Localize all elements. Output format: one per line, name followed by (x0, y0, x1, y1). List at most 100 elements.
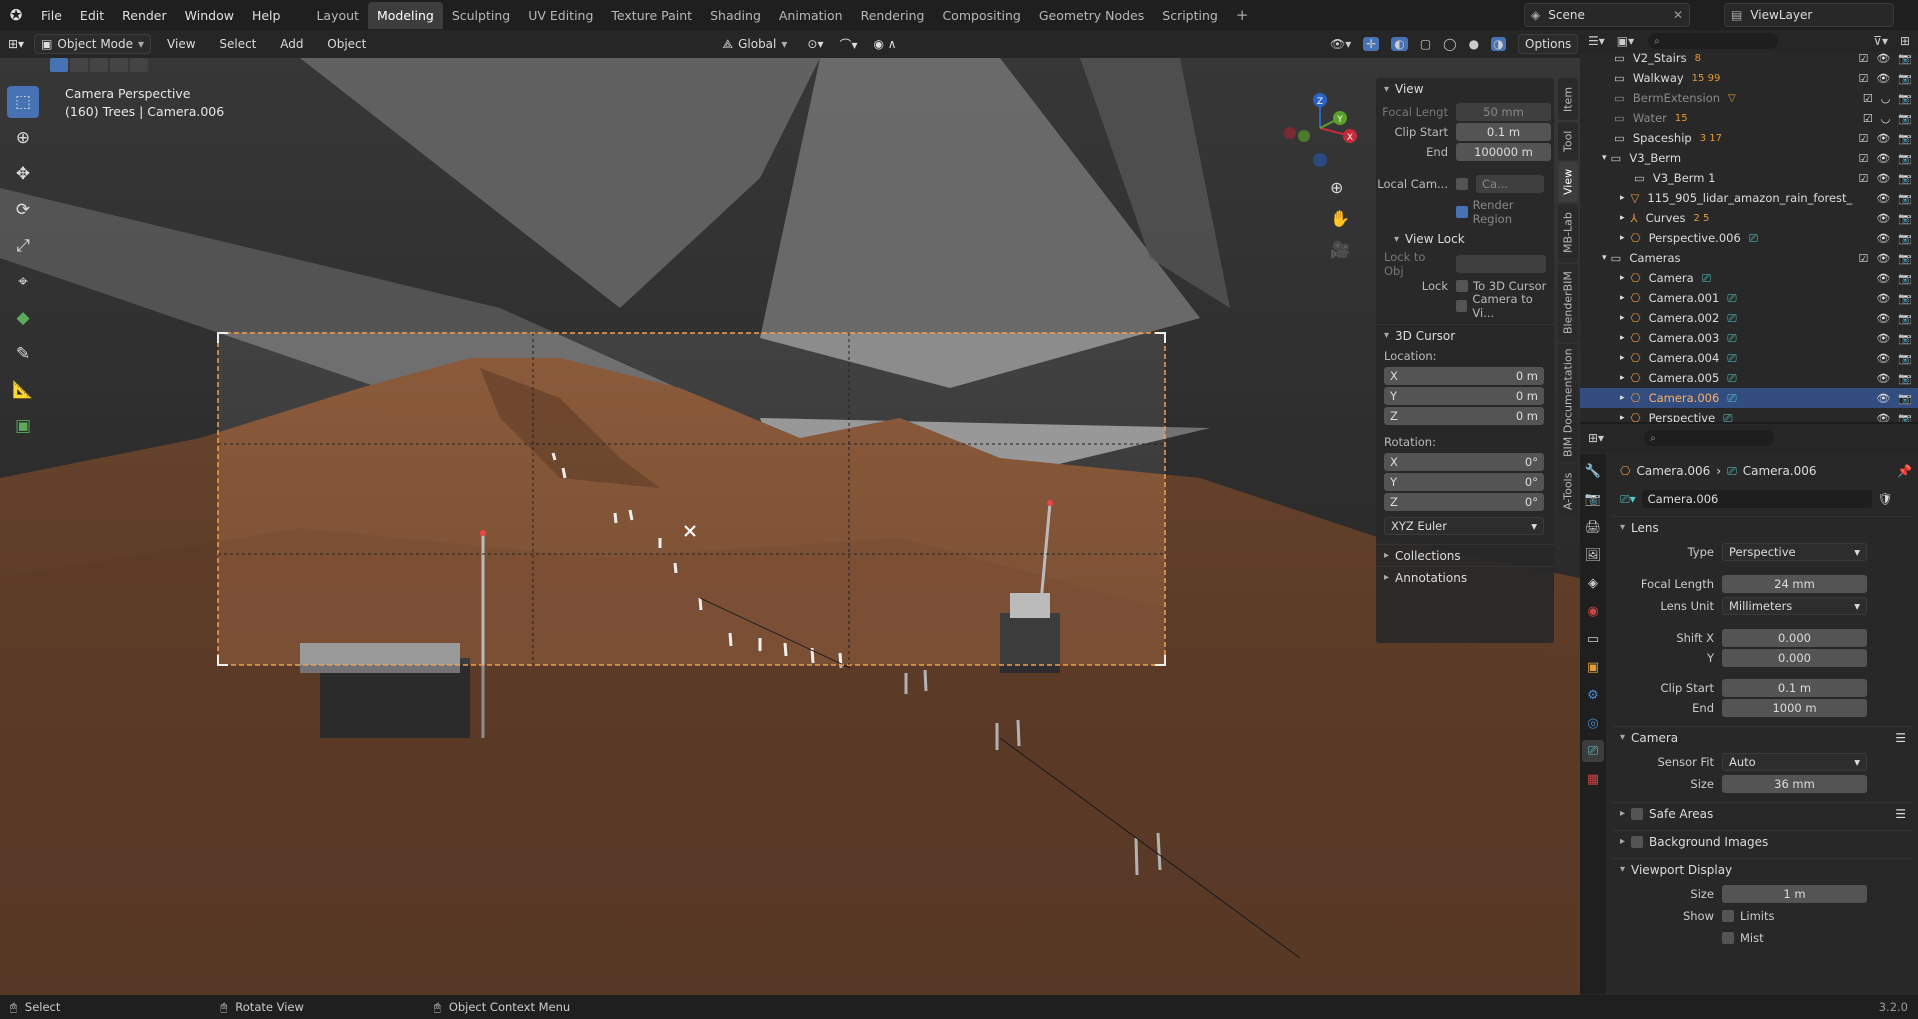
camera-view-icon[interactable]: 🎥 (1330, 234, 1350, 265)
render-region-checkbox[interactable] (1456, 206, 1468, 218)
tab-compositing[interactable]: Compositing (933, 2, 1029, 29)
scale-tool-icon[interactable]: ⤢ (7, 230, 39, 262)
add-cube-tool-icon[interactable]: ▣ (7, 410, 39, 442)
eye-icon[interactable]: 👁 (1876, 232, 1890, 245)
lens-section-header[interactable]: ▾ Lens (1612, 516, 1912, 538)
outliner-item-perspective-006[interactable]: ▸ ⎔ Perspective.006 ⎚ 👁 📷 (1580, 228, 1918, 248)
blender-logo-icon[interactable]: ✪ (0, 0, 32, 30)
modifier-tab-icon[interactable]: ⚙ (1582, 684, 1604, 706)
camera-data-tab-icon[interactable]: ⎚ (1582, 740, 1604, 762)
menu-select[interactable]: Select (219, 37, 256, 51)
tab-tool[interactable]: Tool (1558, 122, 1578, 160)
new-collection-icon[interactable]: ⊞ (1900, 34, 1910, 48)
menu-file[interactable]: File (32, 8, 71, 23)
camera-icon[interactable]: 📷 (1898, 132, 1912, 145)
checkbox-icon[interactable]: ☑ (1858, 132, 1868, 145)
navigation-gizmo[interactable]: Z X Y (1280, 88, 1360, 168)
outliner-item-curves[interactable]: ▸ ⅄ Curves 2 5 👁 📷 (1580, 208, 1918, 228)
visibility-icon[interactable]: 👁▾ (1330, 37, 1351, 51)
eye-closed-icon[interactable]: ◡ (1881, 92, 1891, 105)
collection-tab-icon[interactable]: ▭ (1582, 628, 1604, 650)
collections-header[interactable]: ▸ Collections (1376, 544, 1554, 566)
tab-shading[interactable]: Shading (701, 2, 770, 29)
camera-data-icon[interactable]: ⎚▾ (1620, 492, 1636, 507)
rotation-z-field[interactable]: Z 0° (1384, 493, 1544, 511)
texture-tab-icon[interactable]: ▦ (1582, 768, 1604, 790)
annotate-tool-icon[interactable]: ✎ (7, 338, 39, 370)
outliner-item-camera-005[interactable]: ▸ ⎔ Camera.005 ⎚ 👁 📷 (1580, 368, 1918, 388)
pin-icon[interactable]: 📌 (1897, 464, 1912, 478)
tab-sculpting[interactable]: Sculpting (443, 2, 519, 29)
rotation-y-field[interactable]: Y 0° (1384, 473, 1544, 491)
checkbox-icon[interactable]: ☑ (1858, 52, 1868, 65)
camera-icon[interactable]: 📷 (1898, 412, 1912, 423)
object-tab-icon[interactable]: ▣ (1582, 656, 1604, 678)
rotate-tool-icon[interactable]: ⟳ (7, 194, 39, 226)
lens-unit-select[interactable]: Millimeters ▾ (1722, 597, 1867, 615)
clip-start-field[interactable]: 0.1 m (1456, 123, 1551, 141)
camera-icon[interactable]: 📷 (1898, 252, 1912, 265)
editor-type-icon[interactable]: ⊞▾ (8, 37, 24, 51)
sensor-fit-select[interactable]: Auto ▾ (1722, 753, 1867, 771)
shift-y-field[interactable]: 0.000 (1722, 649, 1867, 667)
outliner-item-bermextension[interactable]: ▭ BermExtension ▽ ☑ ◡ 📷 (1580, 88, 1918, 108)
camera-icon[interactable]: 📷 (1898, 192, 1912, 205)
snap-icon[interactable]: ⌒▾ (839, 36, 857, 53)
outliner-item-lidar[interactable]: ▸ ▽ 115_905_lidar_amazon_rain_forest_ 👁 📷 (1580, 188, 1918, 208)
wireframe-shading-icon[interactable]: ◯ (1443, 37, 1456, 51)
outliner-item-camera-004[interactable]: ▸ ⎔ Camera.004 ⎚ 👁 📷 (1580, 348, 1918, 368)
eye-icon[interactable]: 👁 (1876, 292, 1890, 305)
viewport-display-header[interactable]: ▾ Viewport Display (1612, 858, 1912, 880)
outliner-item-camera[interactable]: ▸ ⎔ Camera ⎚ 👁 📷 (1580, 268, 1918, 288)
checkbox-icon[interactable]: ☑ (1863, 112, 1873, 125)
eye-closed-icon[interactable]: ◡ (1881, 112, 1891, 125)
cursor-x-field[interactable]: X 0 m (1384, 367, 1544, 385)
checkbox-icon[interactable]: ☑ (1863, 92, 1873, 105)
lock-to-obj-field[interactable] (1456, 255, 1546, 273)
eye-icon[interactable]: 👁 (1876, 412, 1890, 423)
tab-view[interactable]: View (1558, 162, 1578, 202)
tab-mb-lab[interactable]: MB-Lab (1558, 204, 1578, 262)
datablock-name-field[interactable]: Camera.006 (1641, 490, 1872, 508)
render-tab-icon[interactable]: 📷 (1582, 488, 1604, 510)
focal-field[interactable]: 50 mm (1456, 103, 1551, 121)
select-extend-icon[interactable] (70, 58, 88, 72)
output-tab-icon[interactable]: 🖨 (1582, 516, 1604, 538)
camera-icon[interactable]: 📷 (1898, 292, 1912, 305)
camera-icon[interactable]: 📷 (1898, 392, 1912, 405)
filter-icon[interactable]: ⊽▾ (1873, 34, 1888, 48)
eye-icon[interactable]: 👁 (1876, 72, 1890, 85)
tab-scripting[interactable]: Scripting (1153, 2, 1227, 29)
safe-areas-header[interactable]: ▸ Safe Areas ☰ (1612, 802, 1912, 824)
camera-section-header[interactable]: ▾ Camera ☰ (1612, 726, 1912, 748)
outliner-item-cameras[interactable]: ▾ ▭ Cameras ☑ 👁 📷 (1580, 248, 1918, 268)
tab-modeling[interactable]: Modeling (367, 1, 443, 29)
eye-icon[interactable]: 👁 (1876, 252, 1890, 265)
pivot-icon[interactable]: ⊙▾ (807, 37, 823, 51)
tab-blenderbim[interactable]: BlenderBIM (1558, 264, 1578, 342)
eye-icon[interactable]: 👁 (1876, 372, 1890, 385)
type-select[interactable]: Perspective ▾ (1722, 543, 1867, 561)
display-mode-icon[interactable]: ▣▾ (1617, 34, 1634, 48)
select-invert-icon[interactable] (110, 58, 128, 72)
camera-icon[interactable]: 📷 (1898, 312, 1912, 325)
select-intersect-icon[interactable] (130, 58, 148, 72)
3d-cursor-header[interactable]: ▾ 3D Cursor (1376, 324, 1554, 346)
outliner-item-camera-006[interactable]: ▸ ⎔ Camera.006 ⎚ 👁 📷 (1580, 388, 1918, 408)
tab-bim-documentation[interactable]: BIM Documentation (1558, 344, 1578, 462)
scene-tab-icon[interactable]: ◈ (1582, 572, 1604, 594)
eye-icon[interactable]: 👁 (1876, 152, 1890, 165)
camera-icon[interactable]: 📷 (1898, 272, 1912, 285)
outliner-item-walkway[interactable]: ▭ Walkway 15 99 ☑ 👁 📷 (1580, 68, 1918, 88)
eye-icon[interactable]: 👁 (1876, 132, 1890, 145)
eye-icon[interactable]: 👁 (1876, 332, 1890, 345)
limits-checkbox[interactable] (1722, 910, 1734, 922)
menu-render[interactable]: Render (113, 8, 176, 23)
cube-tool-icon[interactable]: ◆ (7, 302, 39, 334)
camera-icon[interactable]: 📷 (1898, 52, 1912, 65)
cursor-tool-icon[interactable]: ⊕ (7, 122, 39, 154)
tab-texture-paint[interactable]: Texture Paint (602, 2, 701, 29)
eye-icon[interactable]: 👁 (1876, 172, 1890, 185)
scene-selector[interactable]: ◈ Scene ✕ (1524, 3, 1690, 27)
checkbox-icon[interactable]: ☑ (1858, 252, 1868, 265)
